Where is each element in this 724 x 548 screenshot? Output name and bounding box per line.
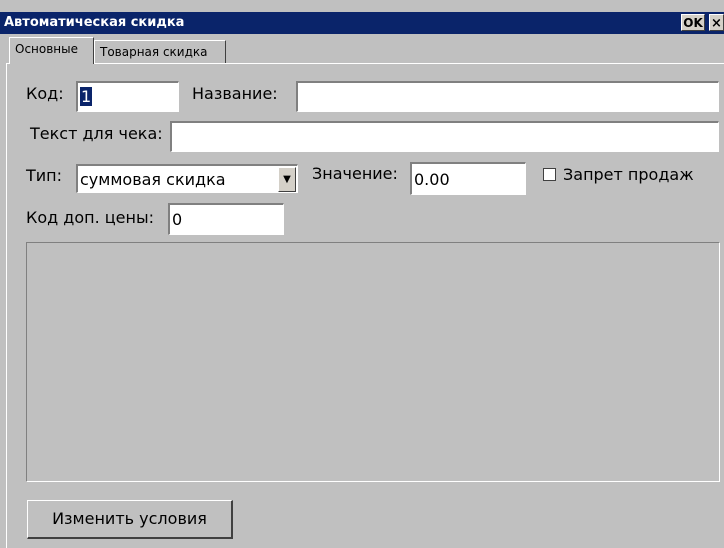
dropdown-arrow-icon[interactable]: ▼ <box>278 167 296 192</box>
value-field[interactable]: 0.00 <box>410 162 526 195</box>
close-button[interactable]: × <box>709 14 724 31</box>
name-field[interactable] <box>296 81 719 112</box>
sales-ban-checkbox[interactable] <box>543 168 556 181</box>
title-bar: Автоматическая скидка OK × <box>0 12 724 34</box>
ok-button[interactable]: OK <box>681 14 705 31</box>
code-label: Код: <box>26 84 64 103</box>
extra-price-code-label: Код доп. цены: <box>26 208 154 227</box>
receipt-text-label: Текст для чека: <box>30 124 163 143</box>
type-label: Тип: <box>26 166 63 185</box>
sales-ban-label[interactable]: Запрет продаж <box>563 165 694 184</box>
value-label: Значение: <box>312 164 398 183</box>
extra-price-code-field[interactable]: 0 <box>168 203 284 235</box>
change-conditions-button[interactable]: Изменить условия <box>27 500 233 539</box>
tab-product-discount[interactable]: Товарная скидка <box>94 40 226 63</box>
window: Автоматическая скидка OK × Основные Това… <box>0 0 724 548</box>
type-select[interactable]: суммовая скидка ▼ <box>76 164 298 193</box>
code-field[interactable]: 1 <box>76 81 179 112</box>
window-title: Автоматическая скидка <box>4 15 185 30</box>
conditions-panel <box>26 242 720 482</box>
name-label: Название: <box>192 84 278 103</box>
tab-main[interactable]: Основные <box>9 37 94 64</box>
code-value: 1 <box>80 87 93 106</box>
type-select-value: суммовая скидка <box>80 170 226 189</box>
receipt-text-field[interactable] <box>170 121 719 152</box>
